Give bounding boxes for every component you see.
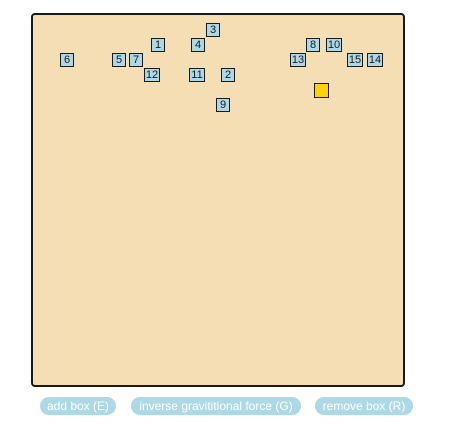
add-box-button[interactable]: add box (E) — [40, 397, 116, 415]
inverse-gravity-button[interactable]: inverse gravititional force (G) — [131, 397, 301, 415]
box-10[interactable]: 10 — [326, 38, 342, 52]
box-1[interactable]: 1 — [151, 38, 165, 52]
box-9[interactable]: 9 — [216, 98, 230, 112]
box-13[interactable]: 13 — [290, 53, 306, 67]
box-15[interactable]: 15 — [347, 53, 363, 67]
game-arena[interactable]: 1 2 3 4 5 6 7 8 9 10 11 12 13 14 15 — [31, 13, 405, 387]
box-2[interactable]: 2 — [221, 68, 235, 82]
box-5[interactable]: 5 — [112, 53, 126, 67]
box-14[interactable]: 14 — [367, 53, 383, 67]
remove-box-button[interactable]: remove box (R) — [315, 397, 413, 415]
player-box[interactable] — [314, 83, 329, 98]
box-3[interactable]: 3 — [206, 23, 220, 37]
box-6[interactable]: 6 — [60, 53, 74, 67]
box-7[interactable]: 7 — [129, 53, 143, 67]
box-12[interactable]: 12 — [144, 68, 160, 82]
box-8[interactable]: 8 — [306, 38, 320, 52]
game-root: 1 2 3 4 5 6 7 8 9 10 11 12 13 14 15 add … — [0, 0, 454, 428]
box-11[interactable]: 11 — [189, 68, 205, 82]
box-4[interactable]: 4 — [191, 38, 205, 52]
